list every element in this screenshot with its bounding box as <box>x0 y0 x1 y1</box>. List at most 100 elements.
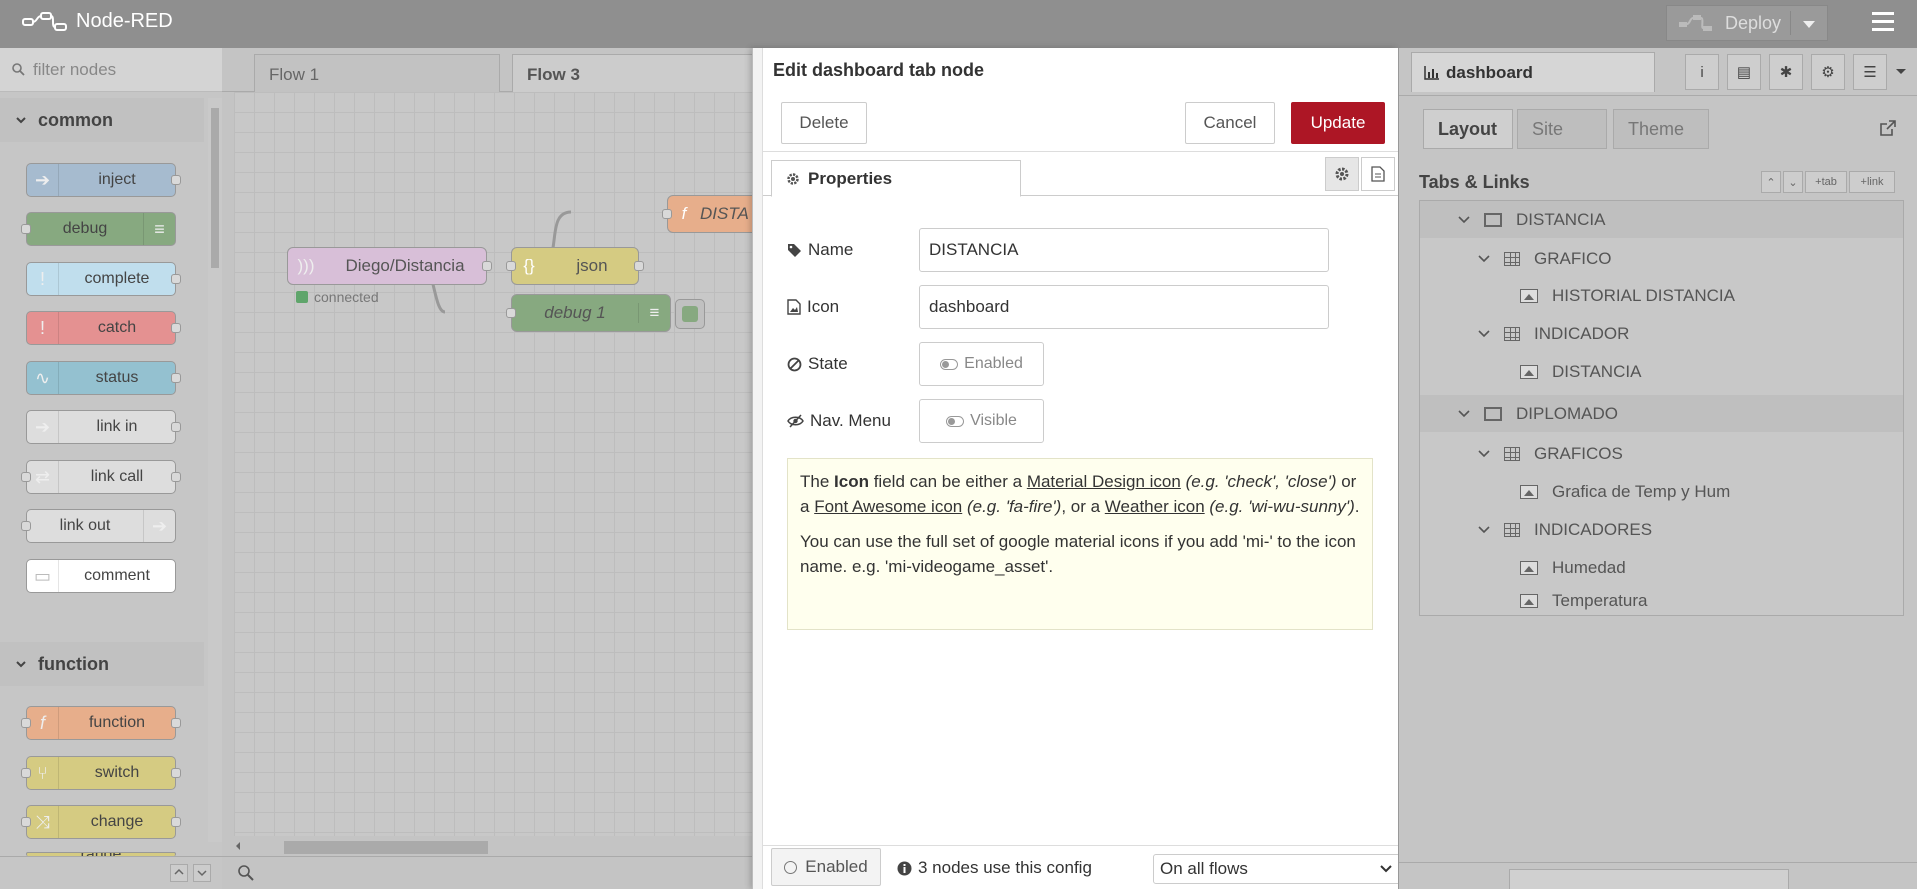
tray-resize-handle[interactable] <box>753 48 763 889</box>
chevron-down-icon <box>1458 409 1470 417</box>
tree-widget-grafica-temp-hum[interactable]: Grafica de Temp y Hum <box>1420 473 1903 510</box>
material-design-link[interactable]: Material Design icon <box>1027 472 1181 491</box>
scope-select[interactable]: On all flows <box>1153 854 1401 884</box>
palette-scrollbar[interactable] <box>208 98 222 842</box>
canvas-horizontal-scrollbar[interactable] <box>234 836 752 856</box>
tab-flow-1[interactable]: Flow 1 <box>254 54 500 92</box>
help-paragraph-1: The Icon field can be either a Material … <box>800 472 1360 516</box>
node-settings-button[interactable] <box>1325 157 1359 191</box>
icon-input[interactable]: dashboard <box>919 285 1329 329</box>
node-enabled-toggle[interactable]: Enabled <box>771 848 881 886</box>
external-link-icon[interactable] <box>1879 119 1897 137</box>
update-button[interactable]: Update <box>1291 102 1385 144</box>
palette-node-complete[interactable]: ! complete <box>26 262 181 296</box>
palette-node-catch[interactable]: ! catch <box>26 311 181 345</box>
bar-chart-icon <box>1424 65 1439 80</box>
help-book-button[interactable]: ▤ <box>1727 54 1761 90</box>
palette-node-debug[interactable]: debug ≡ <box>21 212 176 246</box>
category-function[interactable]: function <box>0 642 204 686</box>
toggle-icon <box>946 415 965 427</box>
flow-canvas[interactable]: ))) Diego/Distancia connected {} json de… <box>234 92 767 836</box>
output-port <box>171 175 181 185</box>
tree-group-indicadores[interactable]: INDICADORES <box>1420 511 1903 548</box>
chevron-down-icon <box>16 116 26 123</box>
info-button[interactable]: i <box>1685 54 1719 90</box>
image-icon <box>1520 364 1538 379</box>
chevron-down-icon[interactable] <box>1895 68 1907 76</box>
tree-widget-historial-distancia[interactable]: HISTORIAL DISTANCIA <box>1420 277 1903 314</box>
tree-widget-distancia[interactable]: DISTANCIA <box>1420 353 1903 390</box>
tree-group-indicador[interactable]: INDICADOR <box>1420 315 1903 352</box>
context-data-button[interactable]: ☰ <box>1853 54 1887 90</box>
image-icon <box>1520 560 1538 575</box>
database-icon: ☰ <box>1863 64 1877 81</box>
palette-node-inject[interactable]: ➔ inject <box>26 163 181 197</box>
main-menu-button[interactable] <box>1866 12 1900 36</box>
tree-tab-distancia[interactable]: DISTANCIA <box>1420 201 1903 238</box>
sidebar-drag-handle[interactable] <box>1509 869 1789 889</box>
tree-widget-temperatura[interactable]: Temperatura <box>1420 587 1903 615</box>
scroll-thumb[interactable] <box>284 841 488 854</box>
debug-button[interactable]: ✱ <box>1769 54 1803 90</box>
palette-node-link-call[interactable]: ⇄ link call <box>21 460 181 494</box>
filter-nodes-field[interactable]: filter nodes <box>0 48 222 92</box>
delete-button[interactable]: Delete <box>781 102 867 144</box>
json-node[interactable]: {} json <box>506 247 644 285</box>
palette-node-comment[interactable]: ▭ comment <box>26 559 176 593</box>
mqtt-status: connected <box>296 289 379 305</box>
add-link-button[interactable]: + link <box>1849 171 1895 193</box>
palette-node-status[interactable]: ∿ status <box>26 361 181 395</box>
add-tab-button[interactable]: + tab <box>1805 171 1847 193</box>
tray-title: Edit dashboard tab node <box>773 60 985 80</box>
state-toggle[interactable]: Enabled <box>919 342 1044 386</box>
tab-properties[interactable]: Properties <box>771 160 1021 197</box>
tab-layout[interactable]: Layout <box>1423 109 1513 149</box>
nav-menu-toggle[interactable]: Visible <box>919 399 1044 443</box>
palette-node-switch[interactable]: ⑂ switch <box>21 756 181 790</box>
name-input[interactable]: DISTANCIA <box>919 228 1329 272</box>
node-description-button[interactable] <box>1361 157 1395 191</box>
deploy-icon <box>1679 15 1712 31</box>
debug-toggle-button[interactable] <box>675 299 705 329</box>
category-common[interactable]: common <box>0 98 204 142</box>
chevron-left-icon <box>236 842 240 850</box>
tab-theme[interactable]: Theme <box>1613 109 1709 149</box>
tree-group-grafico[interactable]: GRAFICO <box>1420 240 1903 277</box>
palette-node-link-in[interactable]: ➔ link in <box>26 410 181 444</box>
angle-double-down-icon: ⌄ <box>1788 176 1798 189</box>
deploy-button[interactable]: Deploy <box>1666 5 1828 41</box>
chevron-down-icon[interactable] <box>1803 21 1815 28</box>
chevron-down-icon <box>1478 525 1490 533</box>
weather-icon-link[interactable]: Weather icon <box>1105 497 1205 516</box>
mqtt-in-node[interactable]: ))) Diego/Distancia <box>287 247 492 285</box>
collapse-all-button[interactable]: ⌃ <box>1761 171 1781 193</box>
tree-tab-diplomado[interactable]: DIPLOMADO <box>1420 395 1903 432</box>
collapse-all-icon[interactable] <box>170 864 188 882</box>
debug-node[interactable]: debug 1 ≡ <box>506 294 671 332</box>
scroll-thumb[interactable] <box>211 108 219 268</box>
tab-icon <box>1484 212 1502 227</box>
expand-all-button[interactable]: ⌄ <box>1783 171 1803 193</box>
palette-node-link-out[interactable]: link out ➔ <box>21 509 176 543</box>
link-call-icon: ⇄ <box>27 461 59 493</box>
tab-site[interactable]: Site <box>1517 109 1607 149</box>
search-icon[interactable] <box>238 865 254 881</box>
tree-group-graficos[interactable]: GRAFICOS <box>1420 435 1903 472</box>
link-arrow-icon: ➔ <box>143 510 175 542</box>
comment-icon: ▭ <box>27 560 59 592</box>
tab-flow-3[interactable]: Flow 3 <box>512 54 754 92</box>
cancel-button[interactable]: Cancel <box>1185 102 1275 144</box>
category-label: function <box>38 653 109 674</box>
image-icon <box>1520 594 1538 608</box>
document-icon <box>1371 166 1385 182</box>
palette-node-function[interactable]: f function <box>21 706 181 740</box>
tree-widget-humedad[interactable]: Humedad <box>1420 549 1903 586</box>
tab-dashboard[interactable]: dashboard <box>1411 52 1655 92</box>
palette-node-change[interactable]: ⤨ change <box>21 805 181 839</box>
config-nodes-button[interactable]: ⚙ <box>1811 54 1845 90</box>
sidebar-header: dashboard i ▤ ✱ ⚙ ☰ <box>1399 48 1917 96</box>
font-awesome-link[interactable]: Font Awesome icon <box>814 497 962 516</box>
inject-icon: ➔ <box>27 164 59 196</box>
expand-all-icon[interactable] <box>193 864 211 882</box>
search-icon <box>12 63 25 76</box>
